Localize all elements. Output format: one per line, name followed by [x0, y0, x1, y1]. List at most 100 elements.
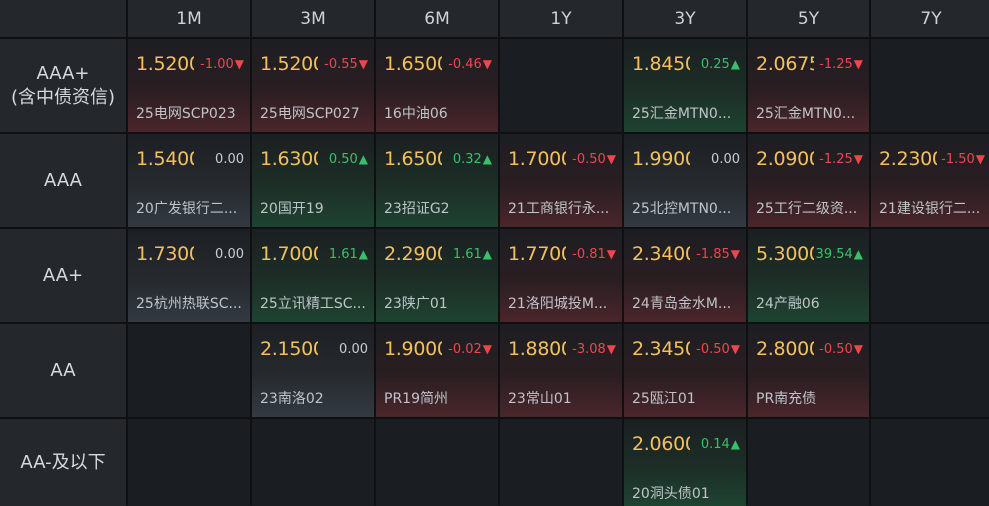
yield-change: -0.46▼	[448, 57, 492, 72]
col-header-1y[interactable]: 1Y	[500, 0, 622, 37]
yield-change-text: -0.55	[324, 57, 358, 72]
bond-name: 25杭州热联SC...	[136, 296, 242, 312]
bond-name: 25北控MTN0...	[632, 201, 732, 217]
col-header-5y[interactable]: 5Y	[748, 0, 869, 37]
empty-cell	[871, 39, 989, 132]
bond-name: PR南充债	[756, 391, 817, 407]
bond-cell[interactable]: 2.3400 -1.85▼ 24青岛金水M...	[624, 229, 746, 322]
yield-value: 2.2900	[384, 243, 442, 265]
yield-value: 1.7000	[260, 243, 318, 265]
bond-name: 25工行二级资...	[756, 201, 858, 217]
col-header-3y[interactable]: 3Y	[624, 0, 746, 37]
bond-name: 24产融06	[756, 296, 820, 312]
bond-name: 24青岛金水M...	[632, 296, 732, 312]
yield-change-text: -1.00	[200, 57, 234, 72]
row-label-text: AA	[50, 359, 76, 381]
yield-change: 39.54▲	[816, 247, 863, 262]
yield-change-text: 1.61	[328, 247, 358, 262]
bond-name: 25瓯江01	[632, 391, 696, 407]
bond-cell[interactable]: 1.7000 1.61▲ 25立讯精工SC...	[252, 229, 374, 322]
yield-value: 1.6300	[260, 148, 318, 170]
bond-cell[interactable]: 1.7300 0.00 25杭州热联SC...	[128, 229, 250, 322]
yield-change-text: 0.50	[328, 152, 358, 167]
yield-value: 2.0600	[632, 433, 690, 455]
bond-name: 25电网SCP023	[136, 106, 236, 122]
bond-cell[interactable]: 1.6500 0.32▲ 23招证G2	[376, 134, 498, 227]
bond-name: 23常山01	[508, 391, 572, 407]
bond-name: 25汇金MTN0...	[632, 106, 732, 122]
yield-value: 1.9000	[384, 338, 442, 360]
triangle-down-icon: ▼	[482, 342, 492, 356]
bond-name: 21建设银行二...	[879, 201, 981, 217]
bond-cell[interactable]: 1.6300 0.50▲ 20国开19	[252, 134, 374, 227]
yield-value: 1.6500	[384, 53, 442, 75]
yield-change: -1.25▼	[819, 152, 863, 167]
col-header-6m[interactable]: 6M	[376, 0, 498, 37]
col-header-1m[interactable]: 1M	[128, 0, 250, 37]
bond-cell[interactable]: 2.0600 0.14▲ 20洞头债01	[624, 419, 746, 506]
bond-cell[interactable]: 5.300039.54▲ 24产融06	[748, 229, 869, 322]
triangle-up-icon: ▲	[482, 152, 492, 166]
yield-change: -1.25▼	[819, 57, 863, 72]
triangle-up-icon: ▲	[730, 437, 740, 451]
triangle-up-icon: ▲	[358, 152, 368, 166]
bond-name: 25电网SCP027	[260, 106, 360, 122]
yield-change-text: 1.61	[452, 247, 482, 262]
yield-change: 0.32▲	[453, 152, 492, 167]
row-label-text: AAA	[44, 169, 82, 191]
yield-value: 2.1500	[260, 338, 318, 360]
yield-value: 2.3450	[632, 338, 690, 360]
bond-cell[interactable]: 2.0675 -1.25▼ 25汇金MTN0...	[748, 39, 869, 132]
bond-cell[interactable]: 1.7000 -0.50▼ 21工商银行永...	[500, 134, 622, 227]
yield-change-text: 0.00	[215, 152, 244, 167]
triangle-down-icon: ▼	[358, 57, 368, 71]
triangle-down-icon: ▼	[234, 57, 244, 71]
yield-change: -0.02▼	[448, 342, 492, 357]
row-label-text: AA+	[42, 264, 84, 286]
bond-cell[interactable]: 2.2300 -1.50▼ 21建设银行二...	[871, 134, 989, 227]
empty-cell	[748, 419, 869, 506]
bond-name: 16中油06	[384, 106, 448, 122]
col-header-3m[interactable]: 3M	[252, 0, 374, 37]
col-header-7y[interactable]: 7Y	[871, 0, 989, 37]
yield-change-text: -1.85	[696, 247, 730, 262]
bond-cell[interactable]: 2.3450 -0.50▼ 25瓯江01	[624, 324, 746, 417]
row-label: AAA	[0, 134, 126, 227]
yield-change-text: 0.00	[711, 152, 740, 167]
bond-name: 23南洛02	[260, 391, 324, 407]
bond-name: 23陕广01	[384, 296, 448, 312]
yield-change-text: -3.08	[572, 342, 606, 357]
yield-change: -1.00▼	[200, 57, 244, 72]
bond-cell[interactable]: 1.5200 -0.55▼ 25电网SCP027	[252, 39, 374, 132]
row-label-text: AAA+	[36, 62, 90, 84]
triangle-up-icon: ▲	[853, 247, 863, 261]
bond-cell[interactable]: 1.9000 -0.02▼ PR19简州	[376, 324, 498, 417]
yield-change: -1.50▼	[941, 152, 985, 167]
yield-change: -0.55▼	[324, 57, 368, 72]
bond-cell[interactable]: 1.5200 -1.00▼ 25电网SCP023	[128, 39, 250, 132]
triangle-down-icon: ▼	[606, 247, 616, 261]
bond-cell[interactable]: 2.0900 -1.25▼ 25工行二级资...	[748, 134, 869, 227]
bond-cell[interactable]: 1.5400 0.00 20广发银行二...	[128, 134, 250, 227]
bond-cell[interactable]: 1.8800 -3.08▼ 23常山01	[500, 324, 622, 417]
yield-change-text: 0.00	[215, 247, 244, 262]
bond-name: 25立讯精工SC...	[260, 296, 366, 312]
yield-change-text: -0.50	[572, 152, 606, 167]
bond-cell[interactable]: 1.9900 0.00 25北控MTN0...	[624, 134, 746, 227]
header-corner	[0, 0, 126, 37]
yield-change: 1.61▲	[453, 247, 492, 262]
bond-cell[interactable]: 1.6500 -0.46▼ 16中油06	[376, 39, 498, 132]
triangle-up-icon: ▲	[730, 57, 740, 71]
bond-cell[interactable]: 2.2900 1.61▲ 23陕广01	[376, 229, 498, 322]
yield-value: 1.7300	[136, 243, 194, 265]
row-label: AA+	[0, 229, 126, 322]
yield-change: 1.61▲	[329, 247, 368, 262]
yield-change: 0.00	[339, 342, 368, 357]
bond-cell[interactable]: 1.8450 0.25▲ 25汇金MTN0...	[624, 39, 746, 132]
yield-change-text: -0.46	[448, 57, 482, 72]
yield-change-text: -0.02	[448, 342, 482, 357]
bond-cell[interactable]: 2.8000 -0.50▼ PR南充债	[748, 324, 869, 417]
bond-cell[interactable]: 2.1500 0.00 23南洛02	[252, 324, 374, 417]
row-label: AA-及以下	[0, 419, 126, 506]
bond-cell[interactable]: 1.7700 -0.81▼ 21洛阳城投M...	[500, 229, 622, 322]
